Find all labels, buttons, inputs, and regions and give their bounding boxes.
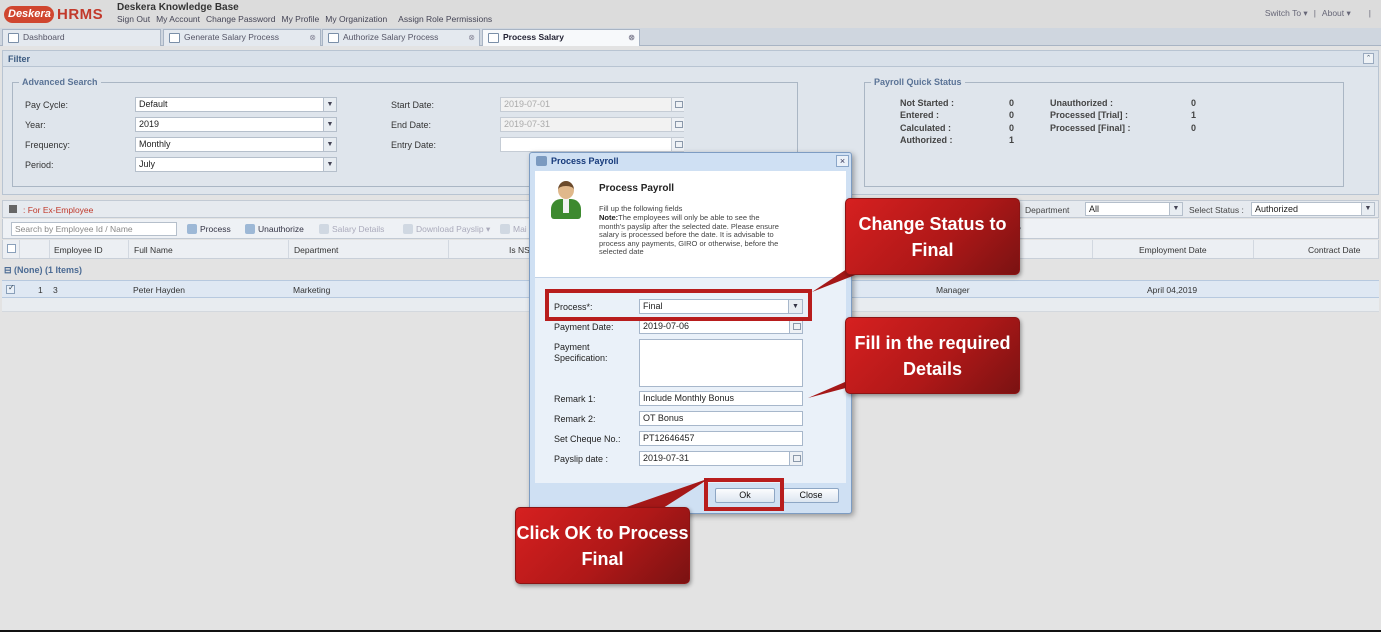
pointer-click-ok: [618, 478, 710, 510]
callout-text: Click OK to Process Final: [516, 522, 689, 569]
callout-pointers: [618, 255, 906, 510]
callout-click-ok: Click OK to Process Final: [515, 507, 690, 584]
callout-change-status: Change Status to Final: [845, 198, 1020, 275]
callout-fill-details: Fill in the required Details: [845, 317, 1020, 394]
callout-text: Change Status to Final: [858, 213, 1007, 260]
callout-text: Fill in the required Details: [854, 332, 1011, 379]
